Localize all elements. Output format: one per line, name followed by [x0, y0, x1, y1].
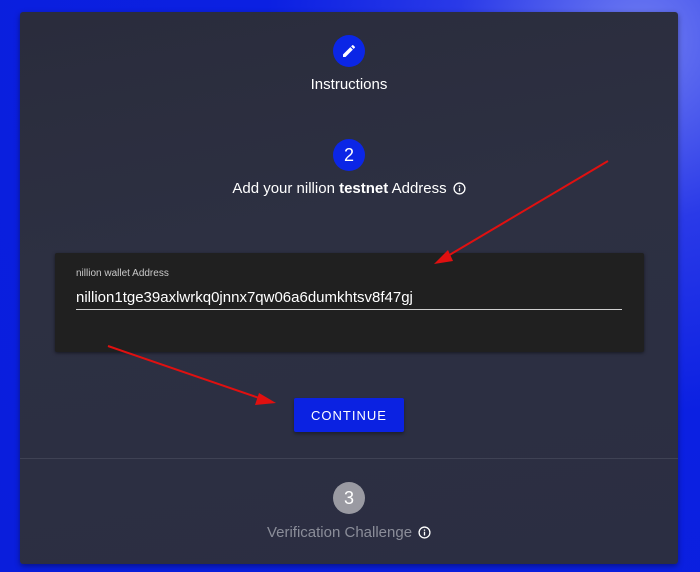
step-3-label-text: Verification Challenge — [266, 524, 413, 541]
wallet-address-input[interactable] — [76, 285, 622, 310]
info-icon[interactable] — [453, 182, 466, 195]
address-form-panel: nillion wallet Address — [55, 253, 644, 352]
step-2-label-bold: testnet — [339, 180, 389, 197]
stepper-card: Instructions 2 Add your nillion testnet … — [20, 12, 678, 564]
step-2-label-suffix: Address — [388, 180, 447, 197]
step-3-label: Verification Challenge — [20, 524, 678, 541]
step-1-label[interactable]: Instructions — [20, 76, 678, 93]
pencil-icon — [343, 44, 356, 57]
step-1-indicator[interactable] — [333, 35, 365, 67]
step-divider — [20, 458, 678, 459]
step-3-indicator: 3 — [333, 482, 365, 514]
step-2-label: Add your nillion testnet Address — [20, 180, 678, 197]
continue-button[interactable]: CONTINUE — [294, 398, 404, 432]
step-2-label-prefix: Add your nillion — [232, 180, 340, 197]
wallet-address-label: nillion wallet Address — [76, 268, 169, 279]
info-icon[interactable] — [418, 526, 431, 539]
step-2-indicator: 2 — [333, 139, 365, 171]
